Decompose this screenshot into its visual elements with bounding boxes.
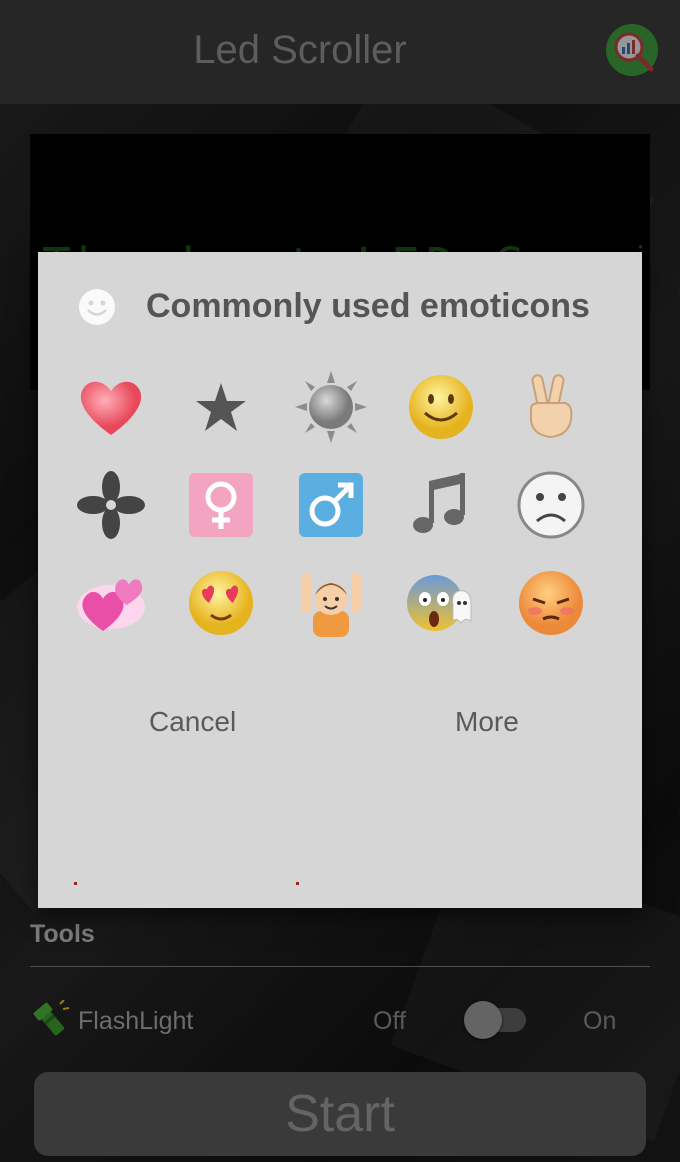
cancel-button[interactable]: Cancel xyxy=(149,706,236,738)
heart-eyes-face-icon[interactable] xyxy=(176,560,266,646)
dialog-title: Commonly used emoticons xyxy=(146,287,590,325)
star-icon[interactable] xyxy=(176,364,266,450)
frowning-face-icon[interactable] xyxy=(506,462,596,548)
screaming-face-ghost-icon[interactable] xyxy=(396,560,486,646)
dialog-bottom-artifact xyxy=(74,882,299,885)
smiley-icon xyxy=(79,289,115,325)
female-sign-icon[interactable] xyxy=(176,462,266,548)
more-button[interactable]: More xyxy=(455,706,519,738)
two-hearts-icon[interactable] xyxy=(66,560,156,646)
male-sign-icon[interactable] xyxy=(286,462,376,548)
smiling-face-icon[interactable] xyxy=(396,364,486,450)
heart-icon[interactable] xyxy=(66,364,156,450)
pouting-face-icon[interactable] xyxy=(506,560,596,646)
raised-hands-person-icon[interactable] xyxy=(286,560,376,646)
sun-icon[interactable] xyxy=(286,364,376,450)
four-petal-flower-icon[interactable] xyxy=(66,462,156,548)
emoticons-dialog: Commonly used emoticons Cancel More xyxy=(38,252,642,908)
victory-hand-icon[interactable] xyxy=(506,364,596,450)
musical-notes-icon[interactable] xyxy=(396,462,486,548)
